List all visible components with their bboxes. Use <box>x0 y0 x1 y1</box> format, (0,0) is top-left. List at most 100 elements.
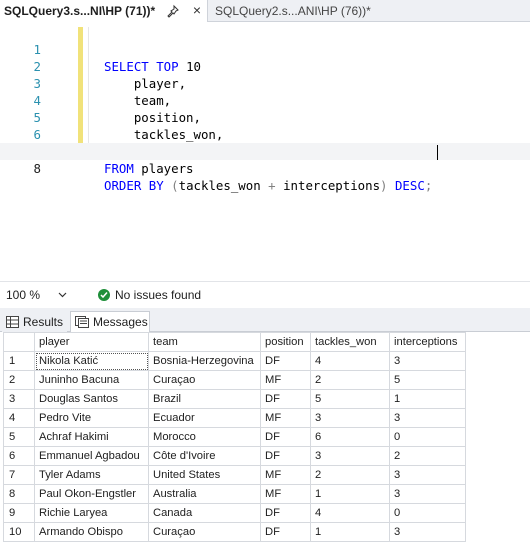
query-editor[interactable]: 1 SELECT TOP 10 2 player, 3 team, 4 posi… <box>0 22 530 281</box>
table-players: players <box>133 161 194 176</box>
cell-tackles-won[interactable]: 3 <box>310 446 390 466</box>
cell-team[interactable]: Morocco <box>148 427 261 447</box>
row-number[interactable]: 8 <box>3 484 35 504</box>
cell-tackles-won[interactable]: 2 <box>310 465 390 485</box>
row-number[interactable]: 9 <box>3 503 35 523</box>
cell-tackles-won[interactable]: 4 <box>310 503 390 523</box>
tab-sqlquery3[interactable]: SQLQuery3.s...NI\HP (71))* × <box>0 0 208 22</box>
results-grid[interactable]: player team position tackles_won interce… <box>0 332 530 555</box>
row-number[interactable]: 10 <box>3 522 35 542</box>
messages-icon <box>75 316 89 328</box>
cell-interceptions[interactable]: 0 <box>389 427 466 447</box>
row-number[interactable]: 5 <box>3 427 35 447</box>
row-number[interactable]: 2 <box>3 370 35 390</box>
cell-position[interactable]: DF <box>260 503 311 523</box>
cell-position[interactable]: DF <box>260 351 311 371</box>
issues-text: No issues found <box>115 288 202 302</box>
close-tab-icon[interactable]: × <box>190 3 204 17</box>
cell-tackles-won[interactable]: 5 <box>310 389 390 409</box>
row-number[interactable]: 4 <box>3 408 35 428</box>
cell-tackles-won[interactable]: 4 <box>310 351 390 371</box>
table-row[interactable]: 1 Nikola Katić Bosnia-Herzegovina DF 4 3 <box>3 351 466 371</box>
issues-indicator[interactable]: No issues found <box>98 286 201 304</box>
cell-player[interactable]: Nikola Katić <box>34 351 149 371</box>
cell-team[interactable]: Australia <box>148 484 261 504</box>
cell-team[interactable]: Curaçao <box>148 370 261 390</box>
results-tab-bar: Results Messages <box>0 308 530 332</box>
cell-position[interactable]: DF <box>260 446 311 466</box>
row-number[interactable]: 1 <box>3 351 35 371</box>
check-circle-icon <box>98 289 110 301</box>
column-header-player[interactable]: player <box>34 332 149 352</box>
tab-sqlquery2[interactable]: SQLQuery2.s...ANI\HP (76))* <box>209 0 399 22</box>
cell-player[interactable]: Paul Okon-Engstler <box>34 484 149 504</box>
cell-player[interactable]: Juninho Bacuna <box>34 370 149 390</box>
row-number-header[interactable] <box>3 332 35 352</box>
table-row[interactable]: 2 Juninho Bacuna Curaçao MF 2 5 <box>3 370 466 390</box>
cell-position[interactable]: MF <box>260 370 311 390</box>
tab-results[interactable]: Results <box>2 311 67 332</box>
cell-position[interactable]: MF <box>260 484 311 504</box>
code-line-2: 2 player, <box>0 41 530 91</box>
table-row[interactable]: 8 Paul Okon-Engstler Australia MF 1 3 <box>3 484 466 504</box>
cell-position[interactable]: DF <box>260 389 311 409</box>
zoom-dropdown[interactable]: 100 % <box>2 285 73 304</box>
cell-player[interactable]: Douglas Santos <box>34 389 149 409</box>
table-row[interactable]: 4 Pedro Vite Ecuador MF 3 3 <box>3 408 466 428</box>
cell-interceptions[interactable]: 3 <box>389 522 466 542</box>
grid-icon <box>6 315 19 328</box>
table-row[interactable]: 9 Richie Laryea Canada DF 4 0 <box>3 503 466 523</box>
cell-team[interactable]: Bosnia-Herzegovina <box>148 351 261 371</box>
cell-player[interactable]: Richie Laryea <box>34 503 149 523</box>
cell-interceptions[interactable]: 0 <box>389 503 466 523</box>
cell-interceptions[interactable]: 1 <box>389 389 466 409</box>
cell-player[interactable]: Tyler Adams <box>34 465 149 485</box>
keyword-from: FROM <box>104 161 134 176</box>
cell-interceptions[interactable]: 3 <box>389 408 466 428</box>
tab-messages[interactable]: Messages <box>70 311 150 332</box>
editor-status-strip: 100 % No issues found <box>0 281 530 307</box>
cell-tackles-won[interactable]: 2 <box>310 370 390 390</box>
cell-position[interactable]: MF <box>260 408 311 428</box>
cell-player[interactable]: Emmanuel Agbadou <box>34 446 149 466</box>
tab-sqlquery2-label: SQLQuery2.s...ANI\HP (76))* <box>215 4 371 18</box>
line-number: 8 <box>33 161 41 176</box>
cell-tackles-won[interactable]: 1 <box>310 484 390 504</box>
table-row[interactable]: 10 Armando Obispo Curaçao DF 1 3 <box>3 522 466 542</box>
cell-team[interactable]: Ecuador <box>148 408 261 428</box>
cell-position[interactable]: MF <box>260 465 311 485</box>
cell-player[interactable]: Armando Obispo <box>34 522 149 542</box>
table-row[interactable]: 5 Achraf Hakimi Morocco DF 6 0 <box>3 427 466 447</box>
cell-interceptions[interactable]: 3 <box>389 351 466 371</box>
code-line-3: 3 team, <box>0 58 530 108</box>
cell-team[interactable]: Brazil <box>148 389 261 409</box>
cell-tackles-won[interactable]: 3 <box>310 408 390 428</box>
cell-team[interactable]: United States <box>148 465 261 485</box>
column-header-team[interactable]: team <box>148 332 261 352</box>
cell-position[interactable]: DF <box>260 522 311 542</box>
row-number[interactable]: 6 <box>3 446 35 466</box>
cell-interceptions[interactable]: 2 <box>389 446 466 466</box>
cell-tackles-won[interactable]: 6 <box>310 427 390 447</box>
code-line-8: 8 ORDER BY (tackles_won + interceptions)… <box>0 143 530 193</box>
cell-interceptions[interactable]: 3 <box>389 465 466 485</box>
table-row[interactable]: 7 Tyler Adams United States MF 2 3 <box>3 465 466 485</box>
column-header-interceptions[interactable]: interceptions <box>389 332 466 352</box>
row-number[interactable]: 7 <box>3 465 35 485</box>
pin-icon[interactable] <box>166 4 180 18</box>
cell-position[interactable]: DF <box>260 427 311 447</box>
cell-interceptions[interactable]: 3 <box>389 484 466 504</box>
table-row[interactable]: 3 Douglas Santos Brazil DF 5 1 <box>3 389 466 409</box>
cell-team[interactable]: Côte d'Ivoire <box>148 446 261 466</box>
column-header-position[interactable]: position <box>260 332 311 352</box>
cell-team[interactable]: Canada <box>148 503 261 523</box>
table-row[interactable]: 6 Emmanuel Agbadou Côte d'Ivoire DF 3 2 <box>3 446 466 466</box>
cell-team[interactable]: Curaçao <box>148 522 261 542</box>
cell-interceptions[interactable]: 5 <box>389 370 466 390</box>
row-number[interactable]: 3 <box>3 389 35 409</box>
cell-tackles-won[interactable]: 1 <box>310 522 390 542</box>
document-tab-bar: SQLQuery3.s...NI\HP (71))* × SQLQuery2.s… <box>0 0 530 22</box>
cell-player[interactable]: Achraf Hakimi <box>34 427 149 447</box>
column-header-tackles-won[interactable]: tackles_won <box>310 332 390 352</box>
cell-player[interactable]: Pedro Vite <box>34 408 149 428</box>
